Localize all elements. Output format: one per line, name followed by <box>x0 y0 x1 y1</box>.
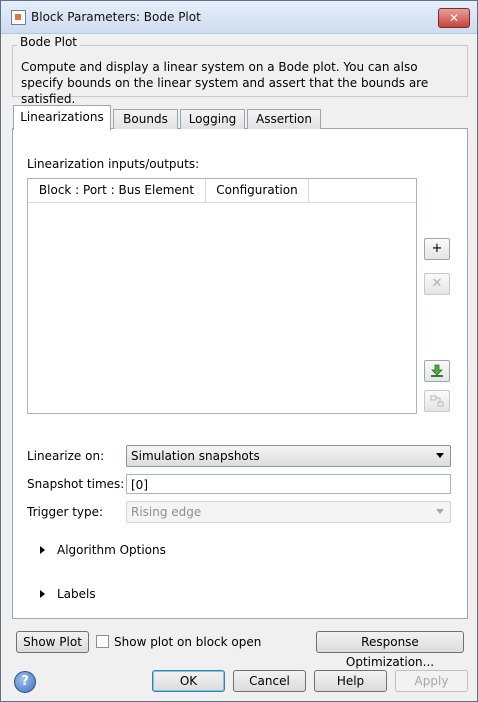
io-table-header: Block : Port : Bus Element Configuration <box>28 179 416 203</box>
show-plot-button[interactable]: Show Plot <box>16 631 89 653</box>
algorithm-options-expander[interactable]: Algorithm Options <box>57 543 166 557</box>
remove-io-button[interactable]: ✕ <box>424 273 450 295</box>
linearization-io-label: Linearization inputs/outputs: <box>27 157 200 171</box>
tab-logging[interactable]: Logging <box>180 109 245 129</box>
labels-expander[interactable]: Labels <box>57 587 96 601</box>
expand-arrow-icon[interactable] <box>40 590 45 598</box>
linearize-on-dropdown[interactable]: Simulation snapshots <box>126 445 451 467</box>
snapshot-times-label: Snapshot times: <box>27 477 125 491</box>
help-icon[interactable]: ? <box>14 671 36 693</box>
show-plot-on-open-label: Show plot on block open <box>114 635 262 649</box>
import-io-button[interactable] <box>424 360 450 382</box>
download-icon <box>431 364 443 377</box>
close-button[interactable]: ✕ <box>438 8 470 28</box>
add-io-button[interactable]: + <box>424 238 450 260</box>
snapshot-times-input[interactable]: [0] <box>126 474 451 494</box>
cancel-button[interactable]: Cancel <box>233 670 306 692</box>
trigger-type-label: Trigger type: <box>27 505 104 519</box>
chevron-down-icon <box>436 453 444 458</box>
show-plot-on-open-checkbox[interactable] <box>96 635 109 648</box>
column-header-configuration[interactable]: Configuration <box>206 179 309 202</box>
help-button[interactable]: Help <box>314 670 387 692</box>
title-bar: Block Parameters: Bode Plot ✕ <box>1 1 477 34</box>
highlight-in-model-button[interactable] <box>424 390 450 412</box>
trigger-type-value: Rising edge <box>131 505 202 519</box>
apply-button[interactable]: Apply <box>395 670 468 692</box>
response-optimization-button[interactable]: Response Optimization... <box>316 631 464 669</box>
tab-linearizations[interactable]: Linearizations <box>13 105 111 130</box>
simulink-block-icon <box>11 10 26 25</box>
plus-icon: + <box>431 241 443 256</box>
trigger-type-dropdown[interactable]: Rising edge <box>126 501 451 523</box>
tab-assertion[interactable]: Assertion <box>247 109 321 129</box>
chevron-down-icon <box>436 509 444 514</box>
block-parameters-dialog: Block Parameters: Bode Plot ✕ Bode Plot … <box>0 0 478 702</box>
expand-arrow-icon[interactable] <box>40 546 45 554</box>
linearize-on-value: Simulation snapshots <box>131 449 260 463</box>
linearization-io-table[interactable]: Block : Port : Bus Element Configuration <box>27 178 417 414</box>
ok-button[interactable]: OK <box>152 670 225 692</box>
highlight-model-icon <box>430 395 444 407</box>
close-icon: ✕ <box>431 276 443 291</box>
tab-bounds[interactable]: Bounds <box>113 109 178 129</box>
block-name-label: Bode Plot <box>17 35 81 49</box>
column-header-block-port[interactable]: Block : Port : Bus Element <box>28 179 206 202</box>
window-title: Block Parameters: Bode Plot <box>31 10 201 24</box>
block-description: Compute and display a linear system on a… <box>21 60 429 106</box>
linearize-on-label: Linearize on: <box>27 449 105 463</box>
